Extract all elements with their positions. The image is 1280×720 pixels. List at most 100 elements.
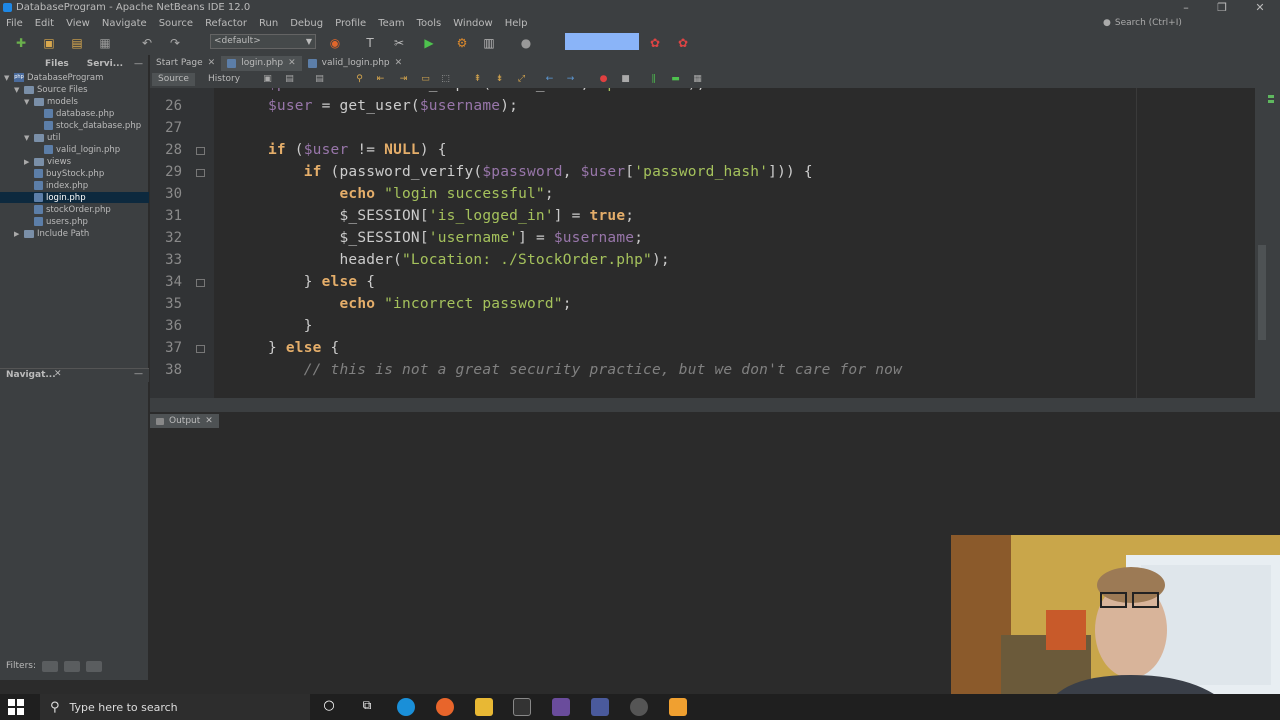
tree-item[interactable]: login.php xyxy=(0,192,149,203)
find-prev-icon[interactable]: ⇤ xyxy=(375,74,386,85)
menu-navigate[interactable]: Navigate xyxy=(96,18,153,29)
code-line[interactable]: if ($user != NULL) { xyxy=(268,142,447,158)
tree-item[interactable]: ▼ Source Files xyxy=(14,84,88,95)
menu-source[interactable]: Source xyxy=(153,18,199,29)
menu-profile[interactable]: Profile xyxy=(329,18,372,29)
tab-history[interactable]: History xyxy=(202,73,246,86)
tab-services[interactable]: Servi... xyxy=(82,59,128,69)
build-icon[interactable]: T xyxy=(361,35,379,51)
code-line[interactable]: $password = filter_input(INPUT_POST, 'pa… xyxy=(268,88,706,92)
slack-icon[interactable] xyxy=(552,698,570,716)
code-line[interactable]: } else { xyxy=(268,274,375,290)
tree-item[interactable]: ▶ views xyxy=(24,156,71,167)
menu-help[interactable]: Help xyxy=(499,18,534,29)
task-view-icon[interactable]: ⧉ xyxy=(358,698,376,716)
shift-right-icon[interactable]: → xyxy=(565,74,576,85)
menu-run[interactable]: Run xyxy=(253,18,284,29)
tree-item[interactable]: ▼ models xyxy=(24,96,78,107)
toggle-bookmark-icon[interactable]: ⤢ xyxy=(516,74,527,85)
undo-icon[interactable]: ↶ xyxy=(138,35,156,51)
menu-edit[interactable]: Edit xyxy=(29,18,60,29)
tree-item[interactable]: buyStock.php xyxy=(24,168,104,179)
tree-item[interactable]: valid_login.php xyxy=(34,144,120,155)
back-icon[interactable]: ▤ xyxy=(284,74,295,85)
terminal-icon[interactable] xyxy=(513,698,531,716)
menu-refactor[interactable]: Refactor xyxy=(199,18,253,29)
uncomment-icon[interactable]: ▬ xyxy=(670,74,681,85)
scroll-thumb[interactable] xyxy=(1258,245,1266,340)
tab-source[interactable]: Source xyxy=(152,73,195,86)
tree-item[interactable]: users.php xyxy=(24,216,88,227)
shift-left-icon[interactable]: ← xyxy=(544,74,555,85)
fold-icon[interactable] xyxy=(196,147,205,155)
save-all-icon[interactable]: ▦ xyxy=(96,35,114,51)
rect-select-icon[interactable]: ⬚ xyxy=(440,74,451,85)
start-macro-icon[interactable]: ● xyxy=(598,74,609,85)
code-line[interactable]: header("Location: ./StockOrder.php"); xyxy=(268,252,670,268)
config-select[interactable]: <default> ▼ xyxy=(210,34,316,49)
minimize-button[interactable]: – xyxy=(1169,0,1203,15)
close-icon[interactable]: ✕ xyxy=(288,56,296,71)
close-icon[interactable]: ✕ xyxy=(395,56,403,71)
code-editor[interactable]: 25 26 27 28 29 30 31 32 33 34 35 36 37 38 $password =… xyxy=(150,88,1255,398)
search-box[interactable]: ● Search (Ctrl+I) xyxy=(1103,16,1268,29)
obs-icon[interactable] xyxy=(630,698,648,716)
menu-debug[interactable]: Debug xyxy=(284,18,329,29)
code-line[interactable]: $user = get_user($username); xyxy=(268,98,518,114)
code-line[interactable]: $_SESSION['is_logged_in'] = true; xyxy=(268,208,634,224)
toggle-highlight-icon[interactable]: ▭ xyxy=(420,74,431,85)
filter-toggle-icon[interactable] xyxy=(42,660,59,672)
next-bookmark-icon[interactable]: ⇟ xyxy=(494,74,505,85)
profiler-icon[interactable]: ✿ xyxy=(674,35,692,51)
diff-icon[interactable]: ▦ xyxy=(692,74,703,85)
cortana-icon[interactable]: ○ xyxy=(320,698,338,716)
close-icon[interactable]: ✕ xyxy=(54,369,62,379)
maximize-button[interactable]: ❐ xyxy=(1205,0,1239,15)
error-stripe-mark[interactable] xyxy=(1268,100,1274,103)
discord-icon[interactable] xyxy=(591,698,609,716)
expand-icon[interactable]: ▶ xyxy=(24,158,31,166)
error-stripe-mark[interactable] xyxy=(1268,95,1274,98)
minimize-panel-icon[interactable]: — xyxy=(134,59,143,69)
minimize-panel-icon[interactable]: — xyxy=(134,369,143,379)
tree-item[interactable]: stock_database.php xyxy=(34,120,141,131)
tab-start-page[interactable]: Start Page ✕ xyxy=(150,56,221,71)
code-line[interactable]: // this is not a great security practice… xyxy=(268,362,902,378)
tree-item[interactable]: ▼ util xyxy=(24,132,60,143)
filter-toggle-icon[interactable] xyxy=(86,660,103,672)
menu-view[interactable]: View xyxy=(60,18,96,29)
run-icon[interactable]: ▶ xyxy=(420,35,438,51)
code-line[interactable]: echo "incorrect password"; xyxy=(268,296,572,312)
fold-icon[interactable] xyxy=(196,169,205,177)
gc-icon[interactable]: ✿ xyxy=(646,35,664,51)
expand-icon[interactable]: ▶ xyxy=(14,230,21,238)
tab-login-php[interactable]: login.php ✕ xyxy=(221,56,302,71)
navigator-title[interactable]: Navigat... xyxy=(6,370,56,380)
fold-icon[interactable] xyxy=(196,279,205,287)
firefox-icon[interactable] xyxy=(436,698,454,716)
profile-icon[interactable]: ▥ xyxy=(480,35,498,51)
prev-bookmark-icon[interactable]: ⇞ xyxy=(472,74,483,85)
collapse-icon[interactable]: ▼ xyxy=(24,134,31,142)
filter-toggle-icon[interactable] xyxy=(64,660,81,672)
memory-indicator[interactable] xyxy=(565,33,639,50)
close-icon[interactable]: ✕ xyxy=(205,416,213,426)
debug-icon[interactable]: ⚙ xyxy=(453,35,471,51)
tab-files[interactable]: Files xyxy=(40,59,74,69)
fold-icon[interactable] xyxy=(196,345,205,353)
collapse-icon[interactable]: ▼ xyxy=(24,98,31,106)
panel-divider[interactable] xyxy=(150,398,1280,412)
collapse-icon[interactable]: ▼ xyxy=(4,74,11,82)
netbeans-icon[interactable] xyxy=(669,698,687,716)
menu-window[interactable]: Window xyxy=(447,18,498,29)
windows-start-icon[interactable] xyxy=(8,699,24,715)
browser-icon[interactable]: ◉ xyxy=(326,35,344,51)
comment-icon[interactable]: ∥ xyxy=(648,74,659,85)
new-project-icon[interactable]: ▣ xyxy=(40,35,58,51)
code-line[interactable]: } else { xyxy=(268,340,339,356)
new-file-icon[interactable]: ✚ xyxy=(12,35,30,51)
tree-item[interactable]: ▼ php DatabaseProgram xyxy=(4,72,103,83)
redo-icon[interactable]: ↷ xyxy=(166,35,184,51)
find-next-icon[interactable]: ⇥ xyxy=(398,74,409,85)
file-explorer-icon[interactable] xyxy=(475,698,493,716)
